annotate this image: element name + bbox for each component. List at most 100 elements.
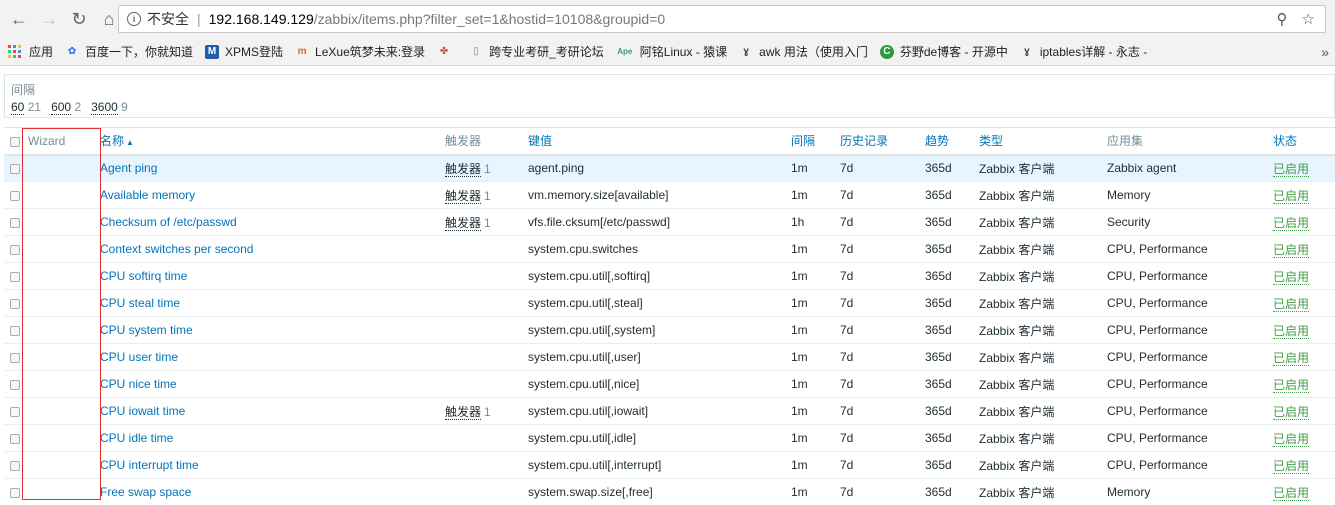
table-row: Context switches per second system.cpu.sw… [4,235,1335,263]
back-arrow-icon[interactable]: ← [4,4,34,34]
reload-icon[interactable]: ↻ [64,4,94,34]
item-name-link[interactable]: CPU system time [100,323,193,337]
wizard-cell [22,154,100,182]
status-toggle[interactable]: 已启用 [1273,296,1310,312]
row-checkbox[interactable] [4,397,22,425]
type-cell: Zabbix 客户端 [979,316,1107,344]
history-cell: 7d [840,397,925,425]
row-checkbox[interactable] [4,478,22,505]
address-bar[interactable]: i 不安全 | 192.168.149.129/zabbix/items.php… [118,5,1326,33]
bookmark-label: 芬野de博客 - 开源中 [899,45,1008,59]
status-toggle[interactable]: 已启用 [1273,377,1310,393]
header-name[interactable]: 名称 ▲ [100,127,445,156]
status-toggle[interactable]: 已启用 [1273,242,1310,258]
filter-interval-count: 9 [121,100,128,114]
status-toggle[interactable]: 已启用 [1273,323,1310,339]
header-status[interactable]: 状态 [1273,127,1335,156]
header-trends[interactable]: 趋势 [925,127,979,156]
triggers-link[interactable]: 触发器 [445,161,482,177]
status-toggle[interactable]: 已启用 [1273,269,1310,285]
bookmark-item[interactable]: ▯ 跨专业考研_考研论坛 [469,43,603,60]
applications-cell: CPU, Performance [1107,316,1273,344]
row-checkbox[interactable] [4,343,22,371]
item-name-link[interactable]: Agent ping [100,161,157,175]
item-name-link[interactable]: CPU iowait time [100,404,185,418]
status-toggle[interactable]: 已启用 [1273,458,1310,474]
bookmark-item[interactable]: M XPMS登陆 [205,43,283,60]
forward-arrow-icon[interactable]: → [34,4,64,34]
key-cell: vm.memory.size[available] [528,181,791,209]
item-name-link[interactable]: CPU user time [100,350,178,364]
header-history[interactable]: 历史记录 [840,127,925,156]
key-cell: system.cpu.util[,idle] [528,424,791,452]
status-toggle[interactable]: 已启用 [1273,215,1310,231]
interval-cell: 1m [791,181,840,209]
triggers-link[interactable]: 触发器 [445,404,482,420]
info-icon[interactable]: i [127,12,141,26]
item-name-link[interactable]: Context switches per second [100,242,253,256]
bookmarks-overflow-icon[interactable]: » [1321,44,1329,60]
status-toggle[interactable]: 已启用 [1273,188,1310,204]
bookmark-item[interactable]: ✿ 百度一下，你就知道 [65,43,193,60]
item-name-cell: CPU iowait time [100,397,445,425]
row-checkbox[interactable] [4,208,22,236]
status-toggle[interactable]: 已启用 [1273,350,1310,366]
row-checkbox[interactable] [4,370,22,398]
status-cell: 已启用 [1273,181,1335,209]
item-name-link[interactable]: CPU softirq time [100,269,187,283]
item-name-link[interactable]: CPU nice time [100,377,177,391]
status-toggle[interactable]: 已启用 [1273,404,1310,420]
triggers-cell [445,343,528,371]
zoom-search-icon[interactable]: ⚲ [1277,10,1288,28]
key-cell: vfs.file.cksum[/etc/passwd] [528,208,791,236]
triggers-cell [445,316,528,344]
table-row: CPU user time system.cpu.util[,user] 1m 7d 3… [4,343,1335,371]
triggers-link[interactable]: 触发器 [445,188,482,204]
bookmark-item[interactable]: ✤ [437,45,457,59]
header-interval[interactable]: 间隔 [791,127,840,156]
status-cell: 已启用 [1273,451,1335,479]
item-name-link[interactable]: CPU steal time [100,296,180,310]
filter-interval-link[interactable]: 3600 [91,100,118,115]
status-toggle[interactable]: 已启用 [1273,431,1310,447]
row-checkbox[interactable] [4,424,22,452]
item-name-link[interactable]: Free swap space [100,485,191,499]
bookmark-item[interactable]: ɣ iptables详解 - 永志 - [1020,43,1147,60]
table-row: CPU softirq time system.cpu.util[,softirq… [4,262,1335,290]
filter-interval-link[interactable]: 60 [11,100,25,115]
header-type[interactable]: 类型 [979,127,1107,156]
triggers-cell [445,424,528,452]
item-name-link[interactable]: Checksum of /etc/passwd [100,215,237,229]
bookmark-item[interactable]: C 芬野de博客 - 开源中 [879,43,1008,60]
item-name-link[interactable]: CPU interrupt time [100,458,199,472]
item-name-link[interactable]: CPU idle time [100,431,173,445]
row-checkbox[interactable] [4,262,22,290]
history-cell: 7d [840,154,925,182]
bookmark-item[interactable]: m LeXue筑梦未来:登录 [295,43,426,60]
item-name-cell: CPU nice time [100,370,445,398]
row-checkbox[interactable] [4,181,22,209]
select-all-checkbox[interactable] [4,127,22,156]
status-toggle[interactable]: 已启用 [1273,161,1310,177]
row-checkbox[interactable] [4,289,22,317]
colorful-logo-icon: ✤ [439,46,449,57]
table-row: CPU steal time system.cpu.util[,steal] 1m 7… [4,289,1335,317]
status-toggle[interactable]: 已启用 [1273,485,1310,501]
filter-interval-link[interactable]: 600 [51,100,72,115]
item-name-cell: Free swap space [100,478,445,505]
bookmark-item[interactable]: ɣ awk 用法（使用入门 [739,43,867,60]
wizard-cell [22,316,100,344]
row-checkbox[interactable] [4,154,22,182]
bookmark-star-icon[interactable]: ☆ [1302,10,1315,28]
triggers-cell [445,451,528,479]
bookmark-item[interactable]: Ape 阿铭Linux - 猿课 [616,43,727,60]
row-checkbox[interactable] [4,451,22,479]
item-name-link[interactable]: Available memory [100,188,195,202]
header-key[interactable]: 键值 [528,127,791,156]
row-checkbox[interactable] [4,235,22,263]
triggers-link[interactable]: 触发器 [445,215,482,231]
row-checkbox[interactable] [4,316,22,344]
applications-cell: CPU, Performance [1107,370,1273,398]
interval-cell: 1m [791,343,840,371]
bookmark-item[interactable]: 应用 [8,43,53,60]
